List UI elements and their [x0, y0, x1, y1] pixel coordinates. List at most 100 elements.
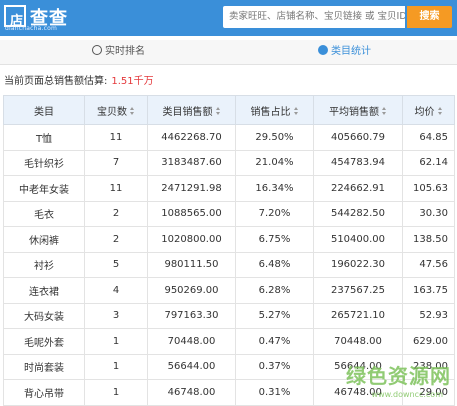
logo-box-icon: 店 — [4, 5, 26, 27]
cell-item-count: 7 — [85, 150, 148, 176]
search-button[interactable]: 搜索 — [407, 6, 452, 28]
cell-sales-share: 6.48% — [236, 252, 314, 278]
cell-category: 毛针织衫 — [4, 150, 85, 176]
cell-sales: 70448.00 — [148, 329, 236, 355]
cell-category: 连衣裙 — [4, 278, 85, 304]
column-header-sales[interactable]: 类目销售额 — [148, 96, 236, 125]
table-row: 毛衣21088565.007.20%544282.5030.30 — [4, 201, 455, 227]
pie-chart-icon — [318, 45, 328, 55]
sort-icon[interactable] — [216, 107, 221, 116]
table-row: 毛针织衫73183487.6021.04%454783.9462.14 — [4, 150, 455, 176]
column-header-category: 类目 — [4, 96, 85, 125]
tab-bar: 实时排名 类目统计 — [0, 40, 457, 65]
table-header-row: 类目 宝贝数 类目销售额 销售占比 平均销售额 均价 — [4, 96, 455, 125]
cell-avg-sales: 510400.00 — [314, 227, 403, 253]
cell-item-count: 1 — [85, 329, 148, 355]
cell-avg-sales: 454783.94 — [314, 150, 403, 176]
cell-item-count: 4 — [85, 278, 148, 304]
cell-sales: 980111.50 — [148, 252, 236, 278]
cell-category: 大码女装 — [4, 303, 85, 329]
column-header-sales-share[interactable]: 销售占比 — [236, 96, 314, 125]
cell-avg-sales: 544282.50 — [314, 201, 403, 227]
watermark-subtitle: www.downcc.com — [372, 390, 443, 399]
column-header-avg-sales[interactable]: 平均销售额 — [314, 96, 403, 125]
cell-item-count: 2 — [85, 201, 148, 227]
cell-avg-sales: 405660.79 — [314, 125, 403, 151]
cell-sales: 1020800.00 — [148, 227, 236, 253]
cell-category: 时尚套装 — [4, 354, 85, 380]
cell-avg-price: 105.63 — [403, 176, 455, 202]
cell-item-count: 5 — [85, 252, 148, 278]
tab-label: 实时排名 — [105, 46, 145, 57]
cell-sales-share: 0.31% — [236, 380, 314, 406]
cell-sales-share: 6.75% — [236, 227, 314, 253]
cell-avg-sales: 196022.30 — [314, 252, 403, 278]
cell-sales: 1088565.00 — [148, 201, 236, 227]
table-row: 衬衫5980111.506.48%196022.3047.56 — [4, 252, 455, 278]
cell-avg-price: 629.00 — [403, 329, 455, 355]
cell-sales: 56644.00 — [148, 354, 236, 380]
cell-category: 休闲裤 — [4, 227, 85, 253]
cell-sales: 950269.00 — [148, 278, 236, 304]
watermark-title: 绿色资源网 — [346, 360, 451, 389]
clock-icon — [92, 45, 102, 55]
cell-sales-share: 0.37% — [236, 354, 314, 380]
cell-sales-share: 0.47% — [236, 329, 314, 355]
top-bar: 店 查查 dianchacha.com 搜索 — [0, 0, 457, 36]
category-table: 类目 宝贝数 类目销售额 销售占比 平均销售额 均价 T恤114462268.7… — [3, 95, 455, 406]
cell-category: 中老年女装 — [4, 176, 85, 202]
cell-item-count: 3 — [85, 303, 148, 329]
table-row: 毛呢外套170448.000.47%70448.00629.00 — [4, 329, 455, 355]
cell-item-count: 11 — [85, 125, 148, 151]
cell-avg-price: 47.56 — [403, 252, 455, 278]
cell-avg-price: 163.75 — [403, 278, 455, 304]
tab-realtime-ranking[interactable]: 实时排名 — [92, 40, 145, 64]
search-input[interactable] — [223, 6, 405, 28]
cell-sales-share: 21.04% — [236, 150, 314, 176]
summary-value: 1.51千万 — [111, 76, 153, 87]
sort-icon[interactable] — [130, 107, 135, 116]
cell-avg-price: 64.85 — [403, 125, 455, 151]
cell-sales: 797163.30 — [148, 303, 236, 329]
tab-category-stats[interactable]: 类目统计 — [318, 40, 371, 64]
cell-category: 毛衣 — [4, 201, 85, 227]
site-logo[interactable]: 店 查查 dianchacha.com — [4, 5, 84, 33]
cell-avg-price: 138.50 — [403, 227, 455, 253]
cell-sales-share: 16.34% — [236, 176, 314, 202]
cell-category: T恤 — [4, 125, 85, 151]
cell-avg-sales: 70448.00 — [314, 329, 403, 355]
column-header-item-count[interactable]: 宝贝数 — [85, 96, 148, 125]
cell-sales-share: 5.27% — [236, 303, 314, 329]
cell-item-count: 2 — [85, 227, 148, 253]
sort-icon[interactable] — [294, 107, 299, 116]
table-row: 大码女装3797163.305.27%265721.1052.93 — [4, 303, 455, 329]
cell-sales-share: 29.50% — [236, 125, 314, 151]
cell-avg-sales: 237567.25 — [314, 278, 403, 304]
cell-item-count: 1 — [85, 380, 148, 406]
cell-category: 背心吊带 — [4, 380, 85, 406]
cell-avg-sales: 265721.10 — [314, 303, 403, 329]
cell-sales: 4462268.70 — [148, 125, 236, 151]
table-row: T恤114462268.7029.50%405660.7964.85 — [4, 125, 455, 151]
sort-icon[interactable] — [438, 107, 443, 116]
cell-item-count: 1 — [85, 354, 148, 380]
table-row: 休闲裤21020800.006.75%510400.00138.50 — [4, 227, 455, 253]
tab-label: 类目统计 — [331, 46, 371, 57]
cell-sales-share: 6.28% — [236, 278, 314, 304]
summary-label: 当前页面总销售额估算: — [4, 76, 107, 87]
cell-item-count: 11 — [85, 176, 148, 202]
cell-sales: 46748.00 — [148, 380, 236, 406]
cell-avg-price: 52.93 — [403, 303, 455, 329]
cell-category: 衬衫 — [4, 252, 85, 278]
logo-subtitle: dianchacha.com — [5, 25, 57, 32]
cell-avg-price: 30.30 — [403, 201, 455, 227]
cell-sales: 2471291.98 — [148, 176, 236, 202]
cell-category: 毛呢外套 — [4, 329, 85, 355]
column-header-avg-price[interactable]: 均价 — [403, 96, 455, 125]
sort-icon[interactable] — [382, 107, 387, 116]
cell-avg-price: 62.14 — [403, 150, 455, 176]
sales-summary: 当前页面总销售额估算: 1.51千万 — [4, 72, 154, 87]
table-row: 连衣裙4950269.006.28%237567.25163.75 — [4, 278, 455, 304]
cell-sales-share: 7.20% — [236, 201, 314, 227]
cell-sales: 3183487.60 — [148, 150, 236, 176]
